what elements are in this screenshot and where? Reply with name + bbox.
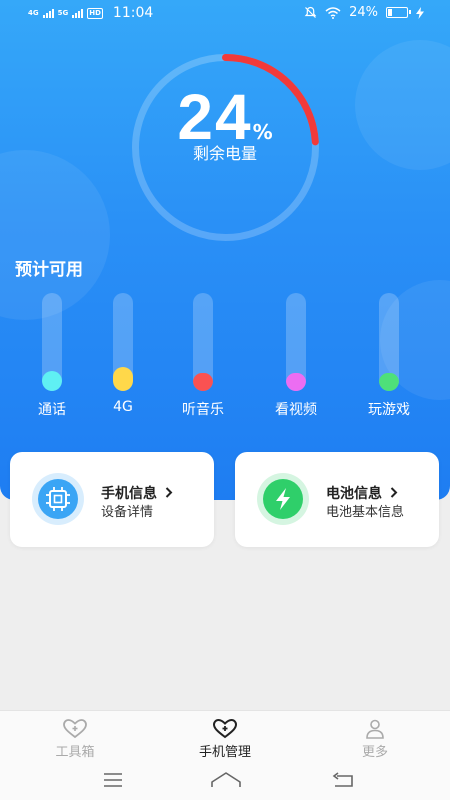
card-title: 手机信息 — [101, 483, 173, 503]
usage-music: 听音乐 — [163, 293, 243, 419]
network-label: 5G — [57, 8, 69, 17]
usage-label: 玩游戏 — [368, 402, 410, 418]
usage-label: 通话 — [38, 402, 66, 418]
usage-call: 通话 — [12, 293, 92, 419]
usage-track — [42, 293, 62, 391]
usage-track — [379, 293, 399, 391]
chevron-right-icon — [390, 487, 398, 498]
menu-icon[interactable] — [102, 771, 124, 789]
card-title: 电池信息 — [326, 483, 398, 503]
chevron-right-icon — [165, 487, 173, 498]
phone-info-card[interactable]: 手机信息 设备详情 — [10, 452, 214, 547]
card-subtitle: 设备详情 — [101, 505, 154, 520]
chip-badge — [32, 473, 84, 525]
usage-video: 看视频 — [256, 293, 336, 419]
silent-icon — [304, 6, 317, 18]
network-indicator-2: 5G — [57, 8, 69, 17]
signal-icon — [42, 8, 54, 18]
remaining-battery-label: 剩余电量 — [192, 144, 257, 163]
usage-fill — [42, 371, 62, 391]
system-navigation-bar — [0, 765, 450, 800]
usage-fill — [113, 367, 133, 391]
tab-more[interactable]: 更多 — [325, 719, 425, 760]
toolbox-heart-icon — [63, 719, 87, 739]
usage-label: 听音乐 — [182, 402, 224, 418]
clock: 11:04 — [112, 5, 154, 21]
usage-track — [113, 293, 133, 391]
tab-phone-manage[interactable]: 手机管理 — [175, 719, 275, 760]
usage-fill — [379, 373, 399, 391]
usage-track — [286, 293, 306, 391]
battery-info-card[interactable]: 电池信息 电池基本信息 — [235, 452, 439, 547]
network-label: 4G — [28, 8, 39, 17]
usage-fill — [193, 373, 213, 391]
tab-label: 工具箱 — [55, 745, 95, 760]
tab-label: 手机管理 — [198, 745, 251, 760]
usage-track — [193, 293, 213, 391]
back-icon[interactable] — [331, 771, 355, 789]
wifi-icon — [325, 6, 341, 19]
usage-4g: 4G — [83, 293, 163, 415]
home-icon[interactable] — [210, 771, 242, 789]
user-icon — [366, 719, 384, 739]
estimate-title: 预计可用 — [15, 260, 83, 280]
battery-icon — [386, 7, 411, 18]
tab-label: 更多 — [361, 745, 388, 760]
battery-hero-panel: 4G 5G HD 11:04 24% 24% 剩余电量 预计可用 通话 4G 听… — [0, 0, 450, 500]
usage-game: 玩游戏 — [349, 293, 429, 419]
battery-percent-text: 24% — [349, 5, 378, 20]
tab-toolbox[interactable]: 工具箱 — [25, 719, 125, 760]
usage-fill — [286, 373, 306, 391]
network-indicator-1: 4G — [28, 8, 39, 17]
usage-label: 4G — [113, 399, 133, 415]
hd-badge: HD — [87, 7, 103, 19]
signal-icon — [72, 8, 84, 18]
phone-manage-heart-icon — [213, 719, 237, 739]
status-bar: 4G 5G HD 11:04 24% — [0, 0, 450, 28]
usage-label: 看视频 — [275, 402, 317, 418]
lightning-badge — [257, 473, 309, 525]
chip-icon — [46, 487, 70, 511]
charging-icon — [416, 6, 424, 19]
bottom-navigation: 工具箱 手机管理 更多 — [0, 710, 450, 765]
lightning-icon — [276, 488, 290, 510]
card-subtitle: 电池基本信息 — [326, 505, 405, 520]
